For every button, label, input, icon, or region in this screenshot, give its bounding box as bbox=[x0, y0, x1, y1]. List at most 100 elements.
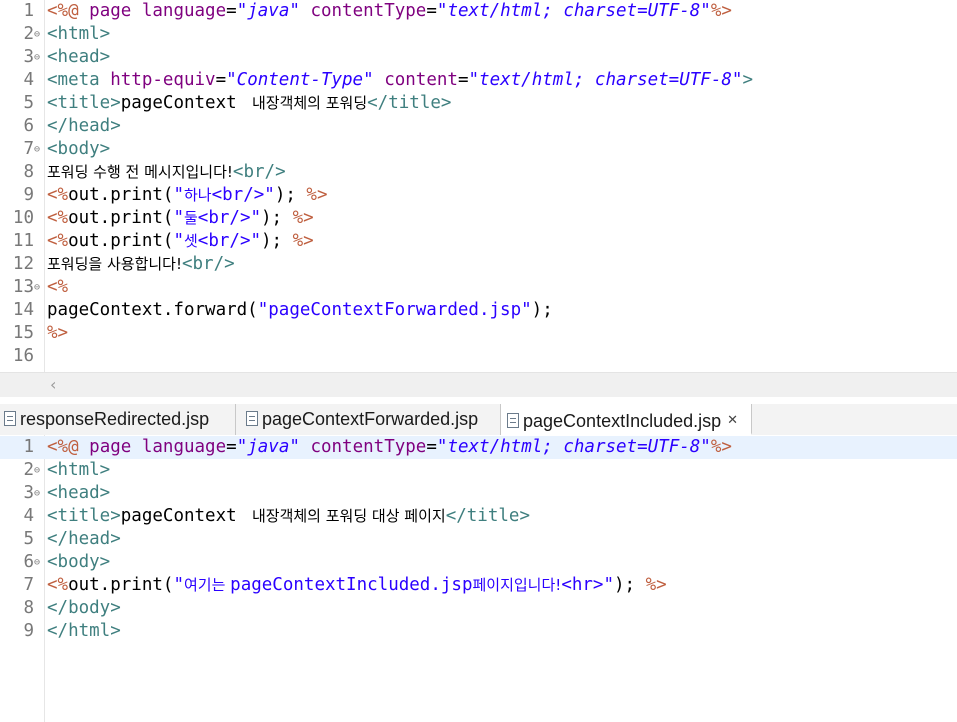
code-token: = bbox=[457, 70, 469, 90]
fold-toggle-icon[interactable]: ⊖ bbox=[34, 482, 44, 505]
code-token: %> bbox=[306, 185, 328, 205]
code-line[interactable]: 13 ⊖ <% bbox=[0, 276, 957, 299]
code-token: 포워딩 수행 전 메시지입니다! bbox=[47, 163, 233, 181]
code-line[interactable]: 5 <title>pageContext 내장객체의 포워딩</title> bbox=[0, 92, 957, 115]
code-line[interactable]: 12 포워딩을 사용합니다!<br/> bbox=[0, 253, 957, 276]
code-line[interactable]: 16 bbox=[0, 345, 957, 368]
code-line[interactable]: 4 <meta http-equiv="Content-Type" content… bbox=[0, 69, 957, 92]
horizontal-scrollbar[interactable]: ‹ bbox=[0, 372, 957, 397]
code-line[interactable]: 9 <%out.print("하나<br/>"); %> bbox=[0, 184, 957, 207]
code-line[interactable]: 1 <%@ page language="java" contentType="t… bbox=[0, 436, 957, 459]
code-token: <br/>" bbox=[211, 185, 275, 205]
tab-page-context-forwarded[interactable]: pageContextForwarded.jsp bbox=[236, 404, 501, 435]
code-token: 둘 bbox=[183, 209, 198, 227]
code-token: = bbox=[426, 437, 437, 457]
line-number: 6 bbox=[23, 552, 34, 572]
editor-tab-bar: responseRedirected.jsp pageContextForwar… bbox=[0, 404, 957, 436]
code-token: %> bbox=[292, 208, 314, 228]
fold-toggle-icon[interactable]: ⊖ bbox=[34, 551, 44, 574]
code-line[interactable]: 10 <%out.print("둘<br/>"); %> bbox=[0, 207, 957, 230]
line-number: 12 bbox=[12, 254, 34, 274]
line-number: 3 bbox=[23, 483, 34, 503]
code-token: <head> bbox=[47, 47, 111, 67]
code-token: %> bbox=[645, 575, 667, 595]
code-token: "Content-Type" bbox=[226, 70, 374, 90]
line-number: 9 bbox=[23, 185, 34, 205]
code-token: 내장객체의 포워딩 대상 페이지 bbox=[247, 507, 446, 525]
code-token: "pageContextForwarded.jsp" bbox=[257, 300, 532, 320]
line-number: 8 bbox=[23, 162, 34, 182]
code-token: " bbox=[173, 575, 184, 595]
code-text: <meta http-equiv="Content-Type" content=… bbox=[47, 69, 753, 92]
code-token: " bbox=[173, 208, 184, 228]
editor-bottom[interactable]: 1 <%@ page language="java" contentType="t… bbox=[0, 435, 957, 722]
code-token: </title> bbox=[367, 93, 452, 113]
code-token: "java" bbox=[236, 437, 300, 457]
code-token: 여기는 bbox=[183, 576, 231, 594]
code-token: ); bbox=[261, 231, 293, 251]
code-token: <title> bbox=[47, 93, 121, 113]
code-token: page bbox=[89, 437, 142, 457]
code-token: <html> bbox=[47, 460, 111, 480]
code-line[interactable]: 5 </head> bbox=[0, 528, 957, 551]
code-line[interactable]: 6 </head> bbox=[0, 115, 957, 138]
code-line[interactable]: 3 ⊖ <head> bbox=[0, 482, 957, 505]
fold-toggle-icon[interactable]: ⊖ bbox=[34, 138, 44, 161]
code-line[interactable]: 2 ⊖ <html> bbox=[0, 23, 957, 46]
code-line[interactable]: 7 <%out.print("여기는 pageContextIncluded.js… bbox=[0, 574, 957, 597]
code-token: pageContext.forward( bbox=[47, 300, 258, 320]
code-token: %> bbox=[710, 1, 732, 21]
fold-toggle-icon[interactable]: ⊖ bbox=[34, 23, 44, 46]
code-text: <head> bbox=[47, 482, 110, 505]
fold-toggle-icon[interactable]: ⊖ bbox=[34, 276, 44, 299]
line-number: 1 bbox=[23, 1, 34, 21]
tab-label: responseRedirected.jsp bbox=[20, 409, 210, 429]
code-token: = bbox=[226, 1, 237, 21]
code-line[interactable]: 2 ⊖ <html> bbox=[0, 459, 957, 482]
code-token: 하나 bbox=[183, 186, 212, 204]
code-token: 셋 bbox=[183, 232, 198, 250]
code-token: <html> bbox=[47, 24, 111, 44]
code-line[interactable]: 14 pageContext.forward("pageContextForwar… bbox=[0, 299, 957, 322]
line-number: 5 bbox=[23, 529, 34, 549]
code-line[interactable]: 9 </html> bbox=[0, 620, 957, 643]
code-line[interactable]: 8 </body> bbox=[0, 597, 957, 620]
close-icon[interactable]: ✕ bbox=[727, 412, 738, 427]
code-line[interactable]: 3 ⊖ <head> bbox=[0, 46, 957, 69]
code-text: </head> bbox=[47, 528, 121, 551]
line-number: 7 bbox=[23, 575, 34, 595]
scroll-left-icon[interactable]: ‹ bbox=[50, 375, 56, 394]
code-line[interactable]: 15 %> bbox=[0, 322, 957, 345]
code-line[interactable]: 1 <%@ page language="java" contentType="t… bbox=[0, 0, 957, 23]
tab-response-redirected[interactable]: responseRedirected.jsp bbox=[0, 404, 236, 435]
fold-toggle-icon[interactable]: ⊖ bbox=[34, 46, 44, 69]
code-token: <% bbox=[47, 575, 69, 595]
code-line[interactable]: 4 <title>pageContext 내장객체의 포워딩 대상 페이지</ti… bbox=[0, 505, 957, 528]
code-text: 포워딩 수행 전 메시지입니다!<br/> bbox=[47, 161, 286, 184]
fold-toggle-icon[interactable]: ⊖ bbox=[34, 459, 44, 482]
code-token: <br/>" bbox=[197, 208, 262, 228]
code-line[interactable]: 8 포워딩 수행 전 메시지입니다!<br/> bbox=[0, 161, 957, 184]
code-token: http-equiv bbox=[110, 70, 216, 90]
editor-top[interactable]: 1 <%@ page language="java" contentType="t… bbox=[0, 0, 957, 372]
code-token: %> bbox=[710, 437, 732, 457]
code-token: contentType bbox=[310, 1, 427, 21]
code-token: <% bbox=[47, 208, 69, 228]
tab-page-context-included[interactable]: pageContextIncluded.jsp ✕ bbox=[501, 404, 752, 435]
code-token: <% bbox=[47, 231, 69, 251]
line-number: 4 bbox=[23, 70, 34, 90]
code-text: </html> bbox=[47, 620, 121, 643]
code-line[interactable]: 7 ⊖ <body> bbox=[0, 138, 957, 161]
code-token: <title> bbox=[47, 506, 121, 526]
code-line[interactable]: 11 <%out.print("셋<br/>"); %> bbox=[0, 230, 957, 253]
line-number: 10 bbox=[12, 208, 34, 228]
code-text: <%out.print("셋<br/>"); %> bbox=[47, 230, 314, 253]
code-token: language bbox=[141, 437, 227, 457]
code-token: 내장객체의 포워딩 bbox=[247, 94, 368, 112]
code-text: <title>pageContext 내장객체의 포워딩</title> bbox=[47, 92, 451, 115]
code-line[interactable]: 6 ⊖ <body> bbox=[0, 551, 957, 574]
code-token: pageContext bbox=[120, 506, 248, 526]
line-number: 6 bbox=[23, 116, 34, 136]
line-number: 1 bbox=[23, 437, 34, 457]
jsp-file-icon bbox=[246, 411, 258, 426]
